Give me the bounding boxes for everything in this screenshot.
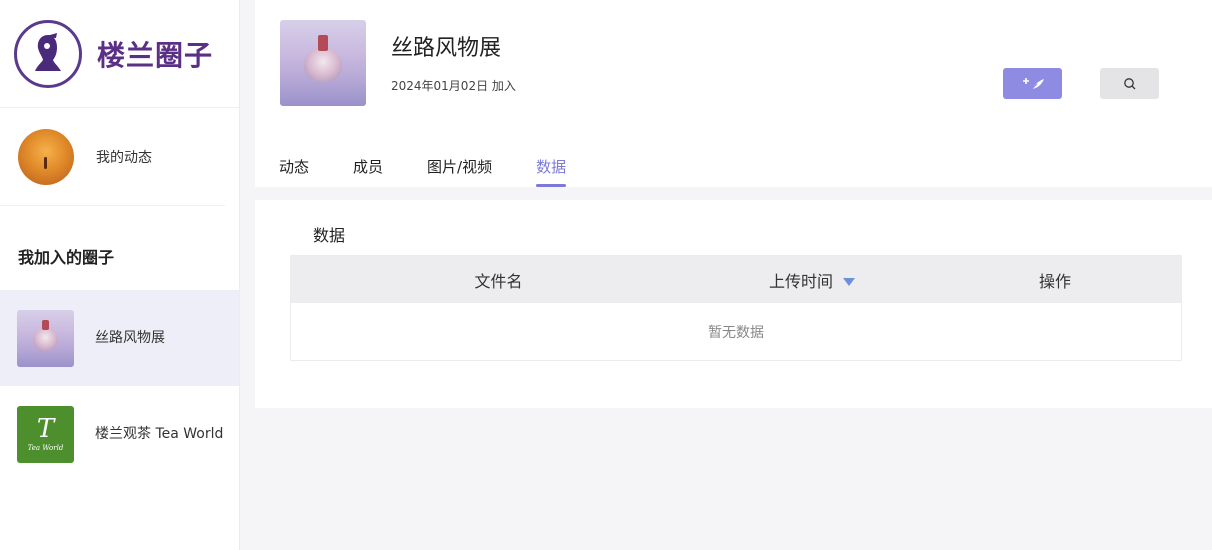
column-filename[interactable]: 文件名 bbox=[291, 268, 706, 292]
circle-name: 楼兰观茶 Tea World bbox=[95, 426, 224, 442]
join-date: 2024年01月02日 加入 bbox=[391, 79, 516, 93]
sidebar-item-circle-silkroad[interactable]: 丝路风物展 bbox=[0, 290, 239, 386]
panel-title: 数据 bbox=[313, 226, 346, 245]
new-post-button[interactable] bbox=[1003, 68, 1062, 99]
tea-world-logo: T Tea World bbox=[17, 405, 74, 463]
column-upload-time-label: 上传时间 bbox=[769, 271, 834, 291]
group-title: 丝路风物展 bbox=[391, 36, 502, 61]
my-activity-label: 我的动态 bbox=[96, 149, 152, 166]
group-tabs: 动态 成员 图片/视频 数据 bbox=[279, 156, 610, 187]
feather-plus-icon bbox=[1022, 77, 1044, 90]
brand-header: 楼兰圈子 bbox=[0, 0, 239, 108]
data-panel: 数据 文件名 上传时间 操作 暂无数据 bbox=[255, 200, 1212, 408]
search-button[interactable] bbox=[1100, 68, 1159, 99]
tab-media[interactable]: 图片/视频 bbox=[427, 156, 492, 187]
search-icon bbox=[1123, 77, 1135, 89]
column-actions: 操作 bbox=[1039, 271, 1072, 291]
circle-thumbnail: T Tea World bbox=[17, 405, 74, 463]
circle-thumbnail bbox=[17, 309, 74, 367]
column-upload-time[interactable]: 上传时间 bbox=[769, 268, 856, 292]
brand-logo-icon bbox=[14, 19, 82, 88]
circle-name: 丝路风物展 bbox=[95, 330, 165, 346]
sidebar-item-my-activity[interactable]: 我的动态 bbox=[0, 108, 225, 206]
sidebar: 楼兰圈子 我的动态 我加入的圈子 丝路风物展 T Tea World 楼兰观茶 … bbox=[0, 0, 240, 550]
group-cover-image bbox=[280, 20, 366, 106]
tab-data[interactable]: 数据 bbox=[536, 156, 567, 187]
group-header: 丝路风物展 2024年01月02日 加入 动态 成员 图片/视频 数据 bbox=[255, 0, 1212, 187]
sidebar-item-circle-tea[interactable]: T Tea World 楼兰观茶 Tea World bbox=[0, 386, 239, 482]
empty-state: 暂无数据 bbox=[708, 325, 764, 341]
tab-members[interactable]: 成员 bbox=[353, 156, 383, 187]
avatar bbox=[18, 128, 74, 185]
data-table: 文件名 上传时间 操作 暂无数据 bbox=[290, 255, 1182, 361]
table-header: 文件名 上传时间 操作 bbox=[291, 256, 1181, 303]
sort-desc-icon[interactable] bbox=[843, 278, 856, 286]
tab-activity[interactable]: 动态 bbox=[279, 156, 309, 187]
tea-logo-text: Tea World bbox=[27, 444, 64, 452]
joined-circles-title: 我加入的圈子 bbox=[18, 248, 115, 267]
brand-name: 楼兰圈子 bbox=[97, 38, 214, 72]
